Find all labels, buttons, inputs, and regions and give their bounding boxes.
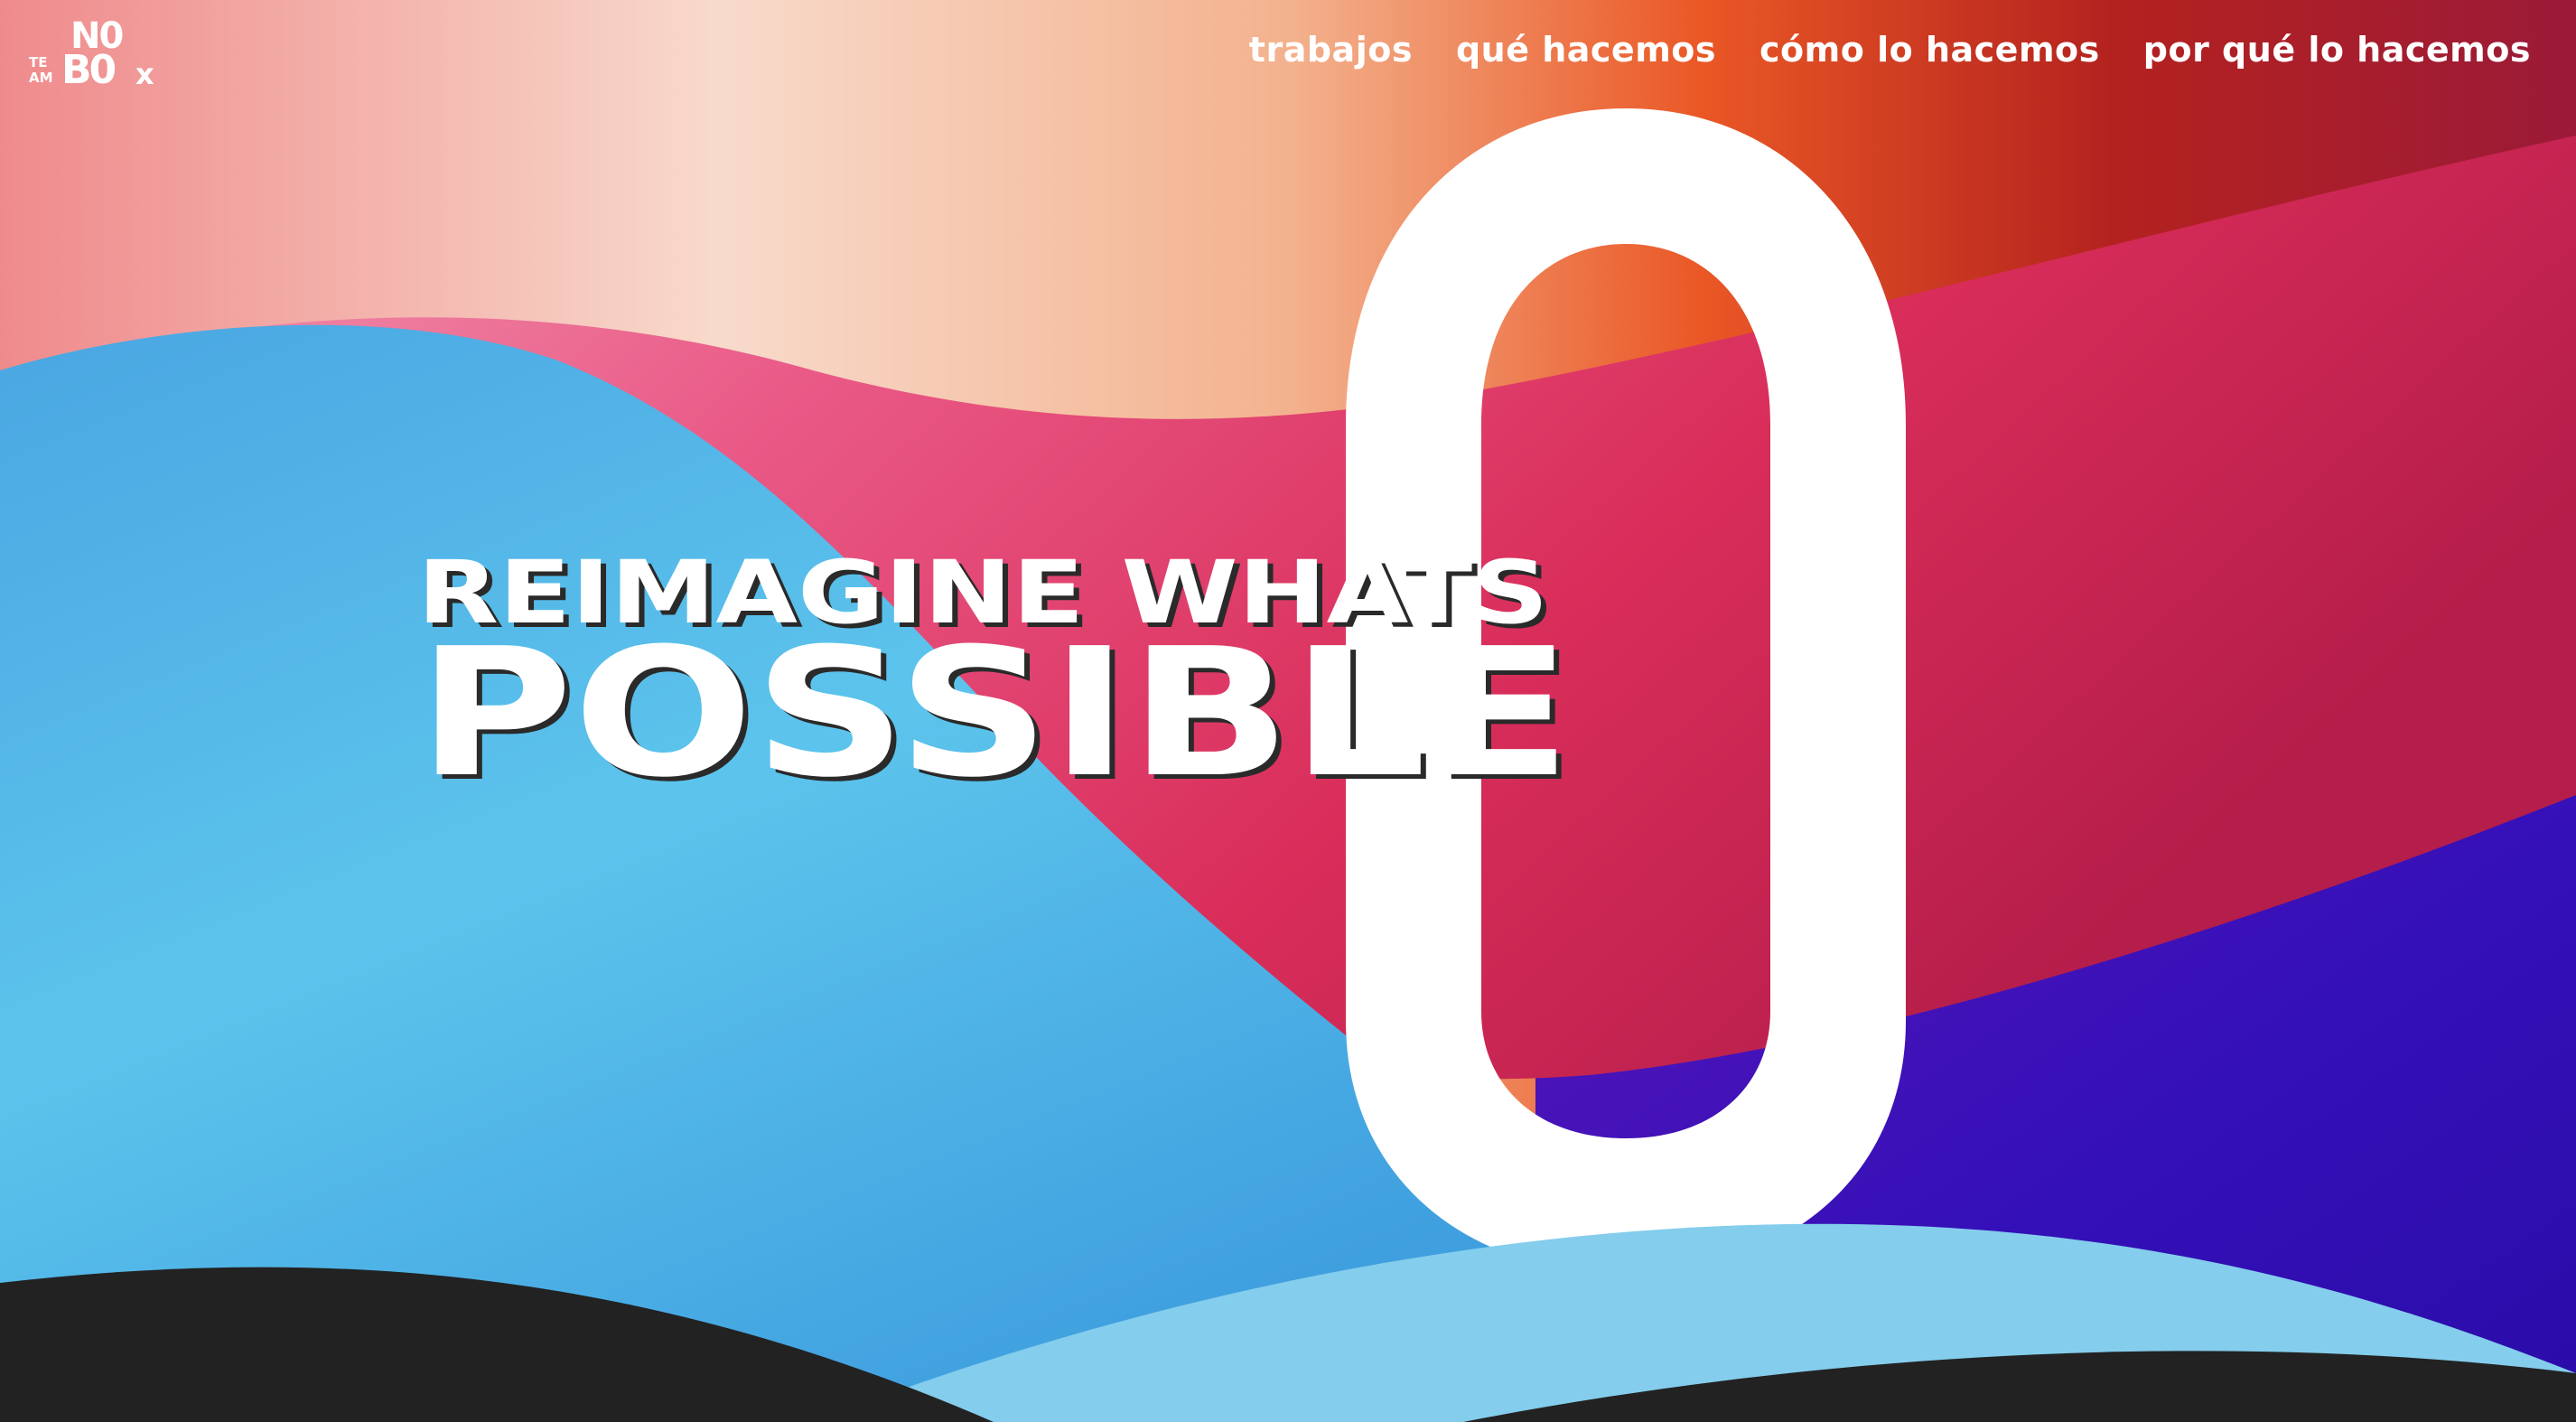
nav-link-que-hacemos[interactable]: qué hacemos [1456,30,1716,70]
nav-link-por-que-lo-hacemos[interactable]: por qué lo hacemos [2143,30,2531,70]
logo-text-bo: B0 [61,47,117,93]
hero-headline: REIMAGINE WHATS POSSIBLE [417,547,1572,802]
hero-headline-line2: POSSIBLE [417,611,1572,817]
logo-text-x: x [135,57,154,91]
main-navigation: trabajos qué hacemos cómo lo hacemos por… [1249,27,2531,72]
landing-page: TE AM N0 B0 x trabajos qué hacemos cómo … [0,0,2576,1422]
nav-link-trabajos[interactable]: trabajos [1249,30,1413,70]
nav-link-como-lo-hacemos[interactable]: cómo lo hacemos [1759,30,2100,70]
logo-text-te: TE [29,54,48,70]
team-nobox-logo[interactable]: TE AM N0 B0 x [29,18,182,90]
logo-text-am: AM [29,70,53,86]
